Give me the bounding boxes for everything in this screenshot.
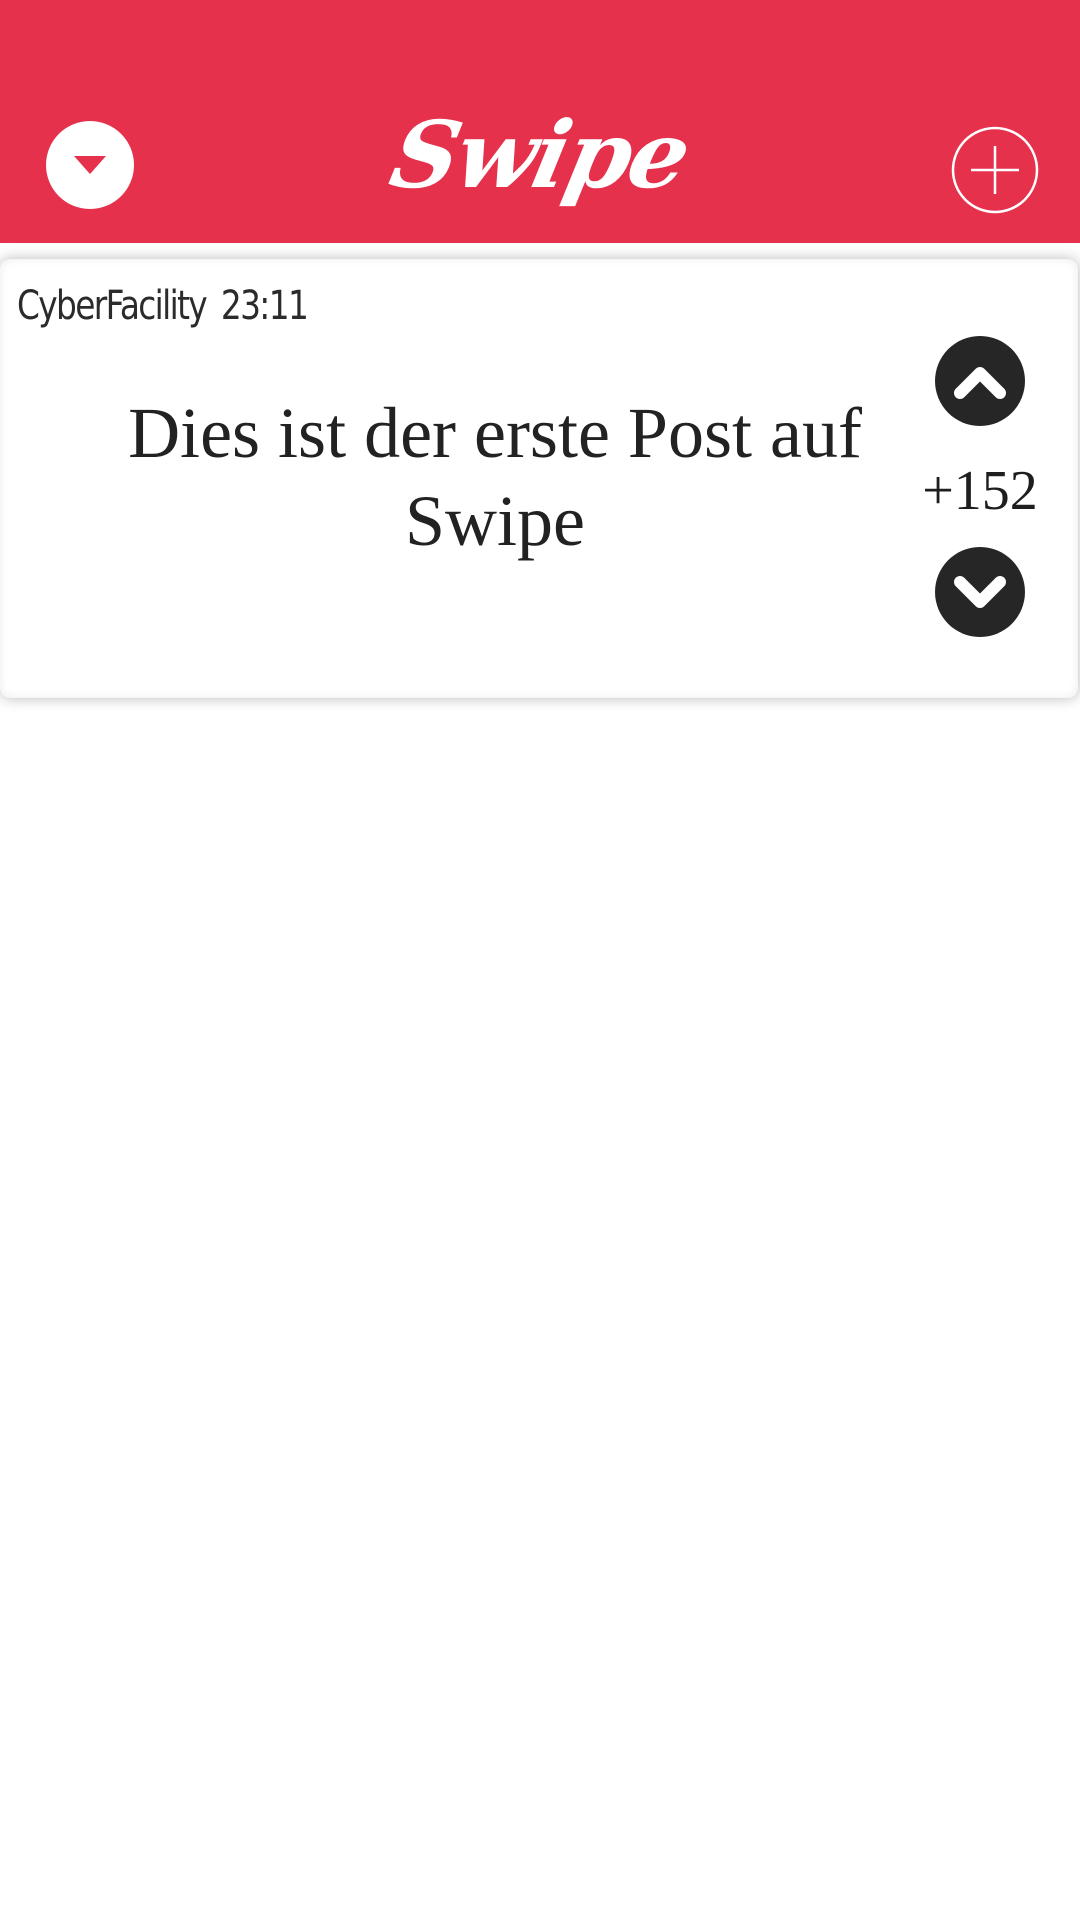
add-post-button[interactable] xyxy=(951,126,1039,214)
post-time: 23:11 xyxy=(220,283,309,329)
downvote-button[interactable] xyxy=(935,547,1025,637)
post-card[interactable]: CyberFacility 23:11 Dies ist der erste Po… xyxy=(0,259,1078,698)
chevron-up-icon xyxy=(952,361,1008,401)
vote-score: +152 xyxy=(922,460,1038,522)
post-text: Dies ist der erste Post auf Swipe xyxy=(128,393,862,561)
chevron-down-icon xyxy=(952,572,1008,612)
plus-icon xyxy=(951,126,1039,214)
app-header: Swipe xyxy=(0,0,1080,243)
upvote-button[interactable] xyxy=(935,336,1025,426)
post-author: CyberFacility xyxy=(17,283,208,329)
app-logo: Swipe xyxy=(381,101,699,209)
post-meta: CyberFacility 23:11 xyxy=(17,283,309,329)
